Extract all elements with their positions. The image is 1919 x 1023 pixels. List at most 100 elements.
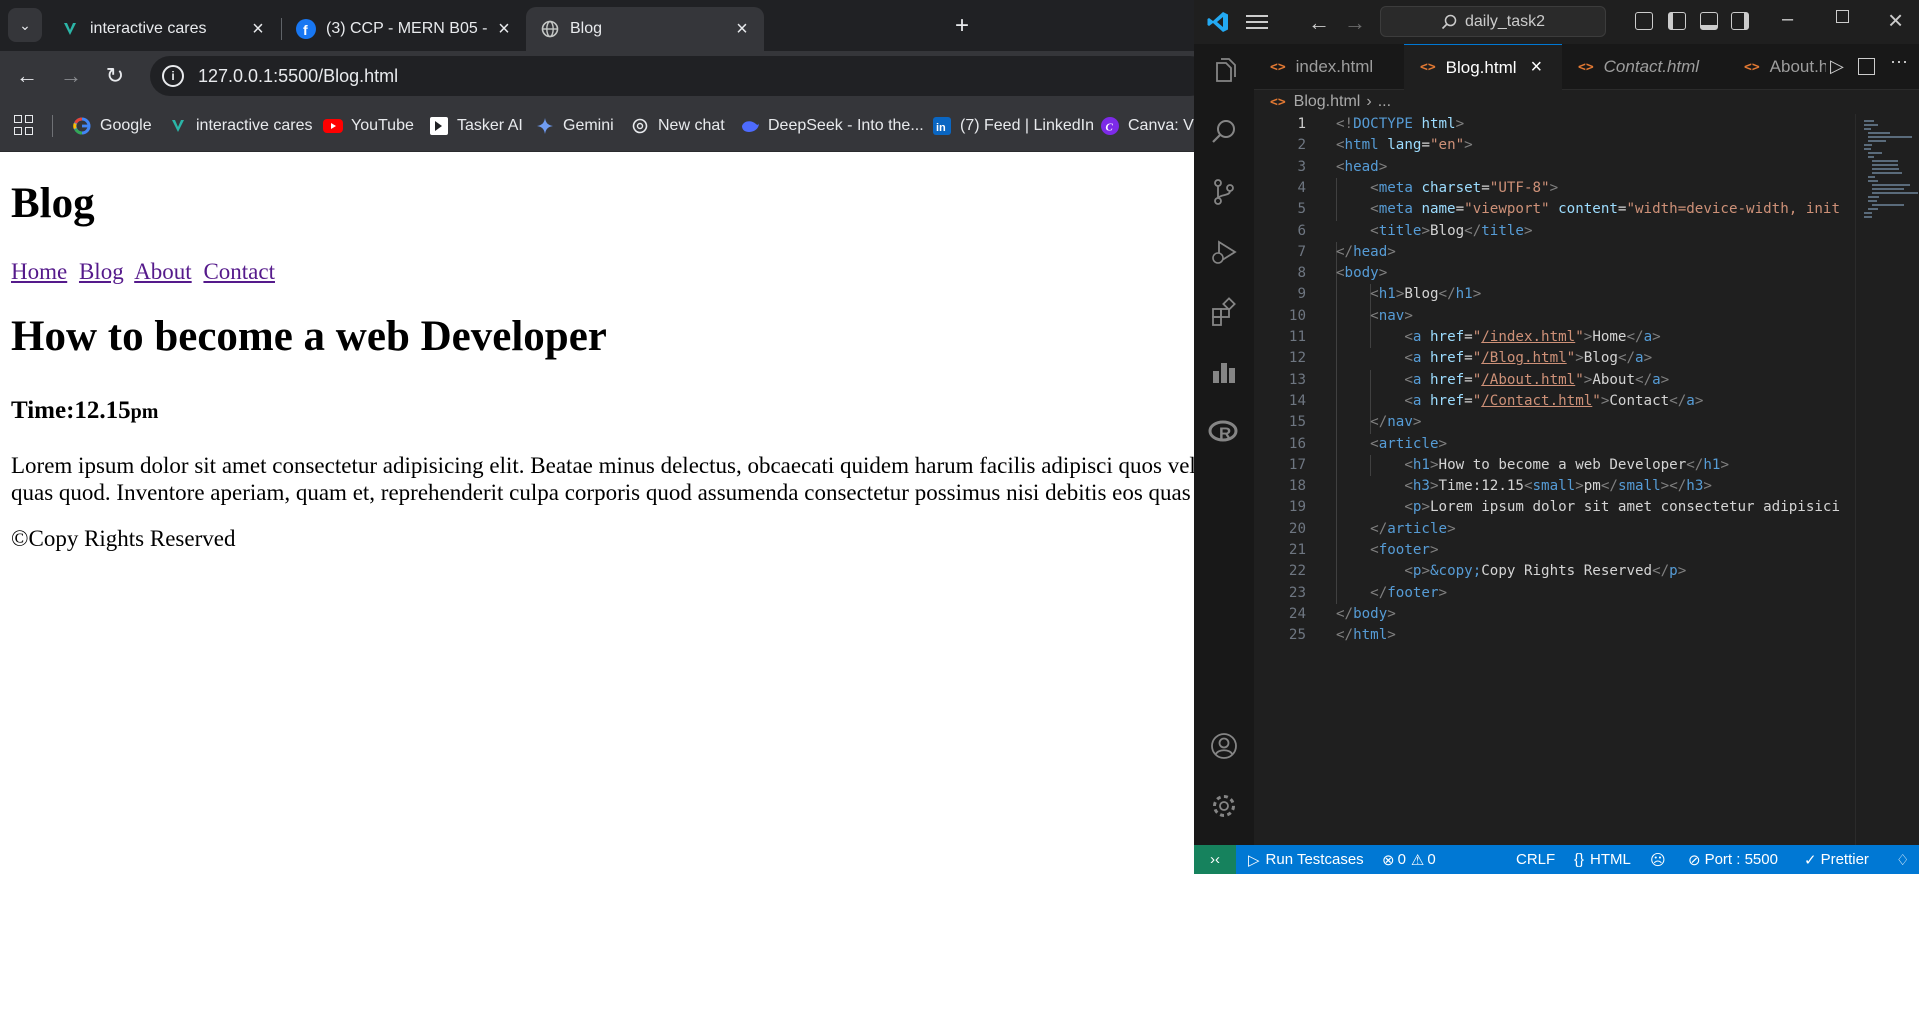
notifications-bell-icon[interactable]: ♢	[1896, 845, 1909, 874]
minimap-line	[1872, 188, 1904, 190]
end-of-line-button[interactable]: CRLF	[1516, 845, 1555, 874]
nav-link-blog[interactable]: Blog	[79, 259, 124, 284]
code-text: <a href="/About.html">About</a>	[1404, 371, 1670, 388]
tab-blog[interactable]: Blog ×	[526, 7, 764, 51]
close-icon[interactable]: ×	[1531, 56, 1543, 79]
apps-grid-icon[interactable]	[14, 115, 34, 135]
close-window-icon[interactable]: ×	[1888, 5, 1903, 36]
bookmark-interactive-cares[interactable]: interactive cares	[168, 114, 313, 138]
minimap[interactable]	[1855, 114, 1919, 845]
minimap-line	[1872, 184, 1910, 186]
close-icon[interactable]: ×	[730, 17, 754, 41]
bookmark-canva[interactable]: C Canva: Vis	[1100, 114, 1205, 138]
editor-tab-label: Blog.html	[1445, 57, 1517, 77]
reload-button[interactable]: ↻	[98, 59, 132, 93]
code-line: 4 <meta charset="UTF-8">	[1254, 178, 1914, 199]
r-language-icon[interactable]: R	[1206, 414, 1242, 450]
bookmark-gemini[interactable]: Gemini	[535, 114, 614, 138]
extensions-icon[interactable]	[1206, 294, 1242, 330]
toggle-sidebar-icon[interactable]	[1668, 12, 1686, 30]
editor-tab-label: Contact.html	[1603, 57, 1700, 76]
run-file-icon[interactable]: ▷	[1830, 56, 1844, 77]
more-actions-icon[interactable]: ⋯	[1890, 52, 1908, 73]
editor-tab-about[interactable]: <> About.h	[1728, 44, 1826, 90]
bookmark-google[interactable]: Google	[72, 114, 152, 138]
editor-tab-contact[interactable]: <> Contact.html	[1562, 44, 1728, 90]
time-label: Time:12.15	[11, 397, 131, 424]
arrow-left-icon[interactable]: ←	[1308, 10, 1330, 36]
settings-gear-icon[interactable]	[1206, 788, 1242, 824]
minimize-icon[interactable]: –	[1782, 8, 1793, 31]
close-icon[interactable]: ×	[246, 17, 270, 41]
minimap-line	[1868, 200, 1877, 202]
search-icon[interactable]	[1206, 114, 1242, 150]
address-bar[interactable]: i 127.0.0.1:5500/Blog.html	[150, 56, 1210, 96]
line-number: 14	[1288, 392, 1306, 409]
arrow-left-icon: ←	[16, 63, 38, 88]
problems-indicator[interactable]: ⊗ 0 ⚠ 0	[1382, 845, 1436, 874]
bookmark-tasker-ai[interactable]: Tasker AI	[429, 114, 523, 138]
breadcrumb-symbols[interactable]: ...	[1378, 93, 1391, 111]
maximize-icon[interactable]	[1836, 10, 1849, 23]
explorer-icon[interactable]	[1206, 54, 1242, 90]
code-line: 11 <a href="/index.html">Home</a>	[1254, 327, 1914, 348]
toggle-panel-icon[interactable]	[1700, 12, 1718, 30]
tab-facebook[interactable]: f (3) CCP - MERN B05 - 2025 | Fac ×	[282, 7, 526, 51]
minimap-line	[1868, 140, 1886, 142]
site-info-icon[interactable]: i	[162, 65, 184, 87]
tab-search-button[interactable]: ⌄	[8, 8, 42, 42]
back-button[interactable]: ←	[10, 59, 44, 93]
arrow-right-icon[interactable]: →	[1344, 10, 1366, 36]
article-paragraph: Lorem ipsum dolor sit amet consectetur a…	[11, 452, 1194, 506]
minimap-line	[1864, 128, 1871, 130]
bookmark-deepseek[interactable]: DeepSeek - Into the...	[740, 114, 924, 138]
play-icon: ▷	[1248, 851, 1260, 869]
live-server-button[interactable]: ⊘ Port : 5500	[1688, 845, 1778, 874]
close-icon[interactable]: ×	[492, 17, 516, 41]
line-number: 24	[1288, 605, 1306, 622]
code-line: 9 <h1>Blog</h1>	[1254, 284, 1914, 305]
nav-link-contact[interactable]: Contact	[203, 259, 275, 284]
bookmark-youtube[interactable]: YouTube	[323, 114, 414, 138]
bookmark-new-chat[interactable]: New chat	[630, 114, 725, 138]
command-center-search[interactable]: daily_task2	[1380, 6, 1606, 37]
customize-layout-icon[interactable]	[1635, 12, 1653, 30]
split-editor-icon[interactable]	[1858, 58, 1875, 75]
copilot-icon[interactable]: ☹	[1650, 845, 1666, 874]
globe-icon	[540, 19, 560, 39]
source-control-icon[interactable]	[1206, 174, 1242, 210]
testing-chart-icon[interactable]	[1206, 354, 1242, 390]
svg-text:C: C	[1106, 122, 1114, 134]
code-line: 17 <h1>How to become a web Developer</h1…	[1254, 455, 1914, 476]
new-tab-button[interactable]: +	[948, 12, 976, 40]
minimap-line	[1868, 196, 1879, 198]
arrow-right-icon: →	[60, 63, 82, 88]
line-number: 8	[1297, 265, 1306, 282]
nav-link-about[interactable]: About	[134, 259, 192, 284]
breadcrumb-file[interactable]: Blog.html	[1294, 93, 1361, 111]
editor-tab-blog[interactable]: <> Blog.html ×	[1404, 44, 1562, 90]
line-number: 21	[1288, 542, 1306, 558]
toggle-secondary-sidebar-icon[interactable]	[1731, 12, 1749, 30]
editor-tab-index[interactable]: <> index.html	[1254, 44, 1404, 90]
code-line: 2 <html lang="en">	[1254, 135, 1914, 156]
code-text: <title>Blog</title>	[1370, 222, 1533, 239]
menu-hamburger-icon[interactable]	[1246, 12, 1268, 32]
editor-tab-label: About.h	[1769, 57, 1826, 76]
language-mode-button[interactable]: {} HTML	[1574, 845, 1631, 874]
run-debug-icon[interactable]	[1206, 234, 1242, 270]
bookmark-linkedin[interactable]: in (7) Feed | LinkedIn	[932, 114, 1094, 138]
minimap-line	[1872, 168, 1899, 170]
tab-strip: ⌄ interactive cares × f (3) CCP - MERN B…	[0, 0, 1194, 51]
nav-link-home[interactable]: Home	[11, 259, 67, 284]
remote-indicator[interactable]: ›‹	[1194, 845, 1236, 874]
bookmark-label: YouTube	[351, 117, 414, 134]
account-icon[interactable]	[1206, 728, 1242, 764]
run-testcases-button[interactable]: ▷ Run Testcases	[1248, 845, 1364, 874]
svg-text:in: in	[936, 122, 946, 134]
code-line: 22 <p>&copy;Copy Rights Reserved</p>	[1254, 561, 1914, 582]
tab-interactive-cares[interactable]: interactive cares ×	[46, 7, 280, 51]
prettier-button[interactable]: ✓ Prettier	[1804, 845, 1869, 874]
forward-button[interactable]: →	[54, 59, 88, 93]
code-editor[interactable]: 1 <!DOCTYPE html> 2 <html lang="en"> 3 <head>…	[1254, 114, 1914, 845]
